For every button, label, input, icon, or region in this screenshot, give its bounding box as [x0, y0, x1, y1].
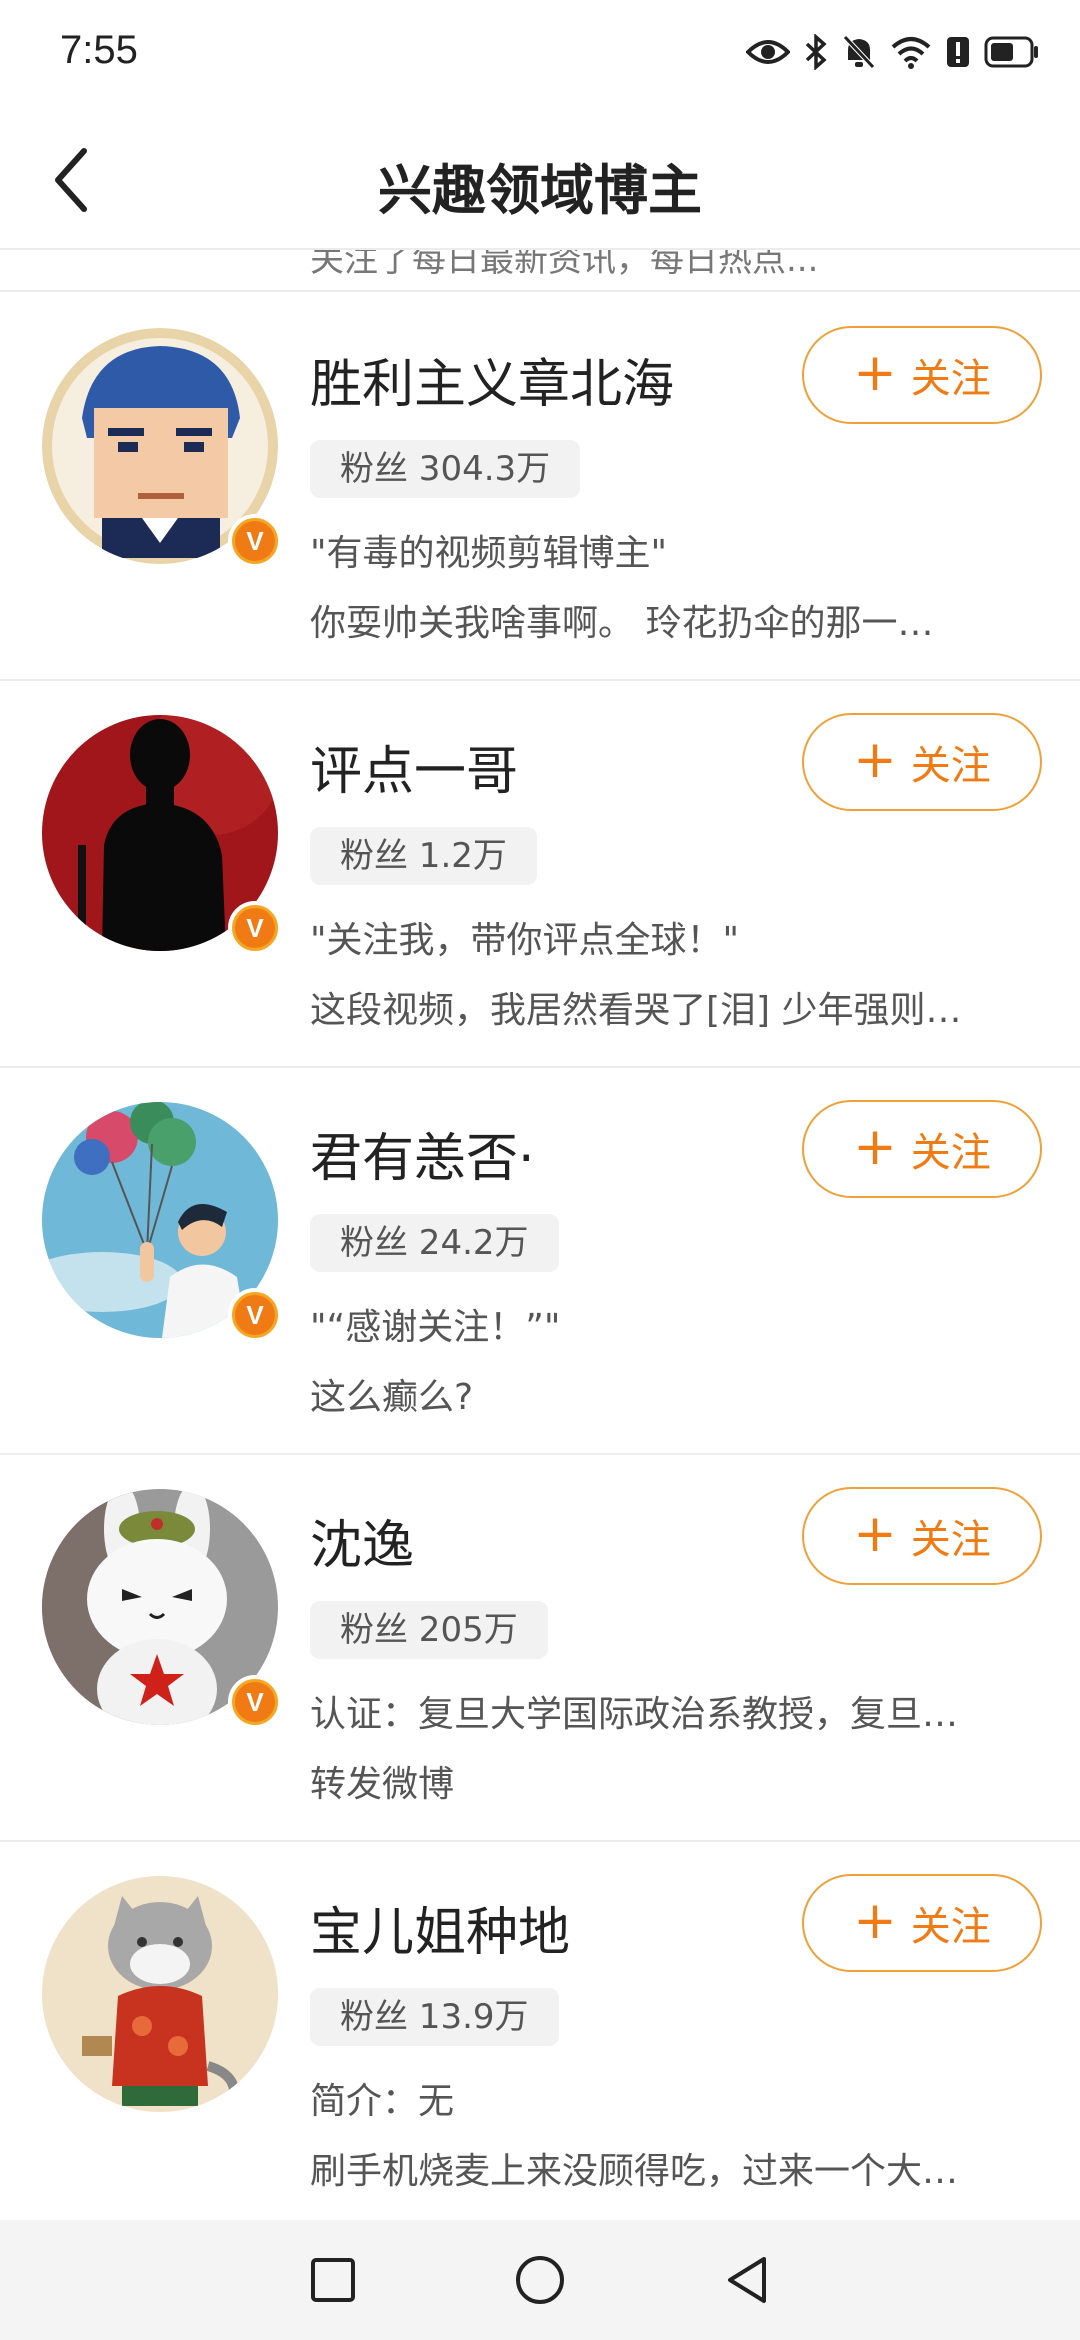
back-nav-button[interactable]	[707, 2240, 787, 2320]
follow-label: 关注	[910, 743, 991, 789]
status-time: 7:55	[60, 28, 138, 72]
partial-item-text: 关注了每日最新资讯，每日热点...	[310, 250, 819, 280]
home-icon	[515, 2256, 564, 2304]
blogger-name[interactable]: 君有恙否·	[310, 1116, 535, 1191]
blogger-description: "“感谢关注！”"	[310, 1307, 561, 1348]
list-item[interactable]: V 沈逸 粉丝 205万 认证：复旦大学国际政治系教授，复旦… 转发微博 + 关…	[0, 1455, 1080, 1842]
avatar[interactable]: V	[42, 715, 282, 955]
blogger-description: 简介：无	[310, 2081, 455, 2122]
avatar[interactable]: V	[42, 1489, 282, 1729]
home-button[interactable]	[500, 2240, 580, 2320]
status-icons	[746, 30, 1040, 74]
verified-icon: V	[228, 1288, 282, 1342]
fans-count: 粉丝 1.2万	[310, 827, 537, 885]
partial-list-item: 关注了每日最新资讯，每日热点...	[0, 250, 1080, 292]
plus-icon: +	[853, 730, 897, 790]
eye-icon	[746, 40, 790, 64]
alert-icon	[947, 37, 969, 67]
avatar[interactable]	[42, 1876, 278, 2112]
fans-count: 粉丝 205万	[310, 1601, 548, 1659]
blogger-name[interactable]: 沈逸	[310, 1503, 414, 1578]
bluetooth-icon	[805, 34, 827, 70]
list-item[interactable]: V 君有恙否· 粉丝 24.2万 "“感谢关注！”" 这么癫么? + 关注	[0, 1068, 1080, 1455]
list-item[interactable]: V 胜利主义章北海 粉丝 304.3万 "有毒的视频剪辑博主" 你耍帅关我啥事啊…	[0, 294, 1080, 681]
system-nav-bar	[0, 2220, 1080, 2340]
blogger-description: "有毒的视频剪辑博主"	[310, 533, 668, 574]
follow-button[interactable]: + 关注	[802, 1487, 1042, 1585]
follow-label: 关注	[910, 356, 991, 402]
verified-icon: V	[228, 514, 282, 568]
back-nav-icon	[727, 2257, 766, 2303]
battery-icon	[984, 36, 1038, 68]
fans-count: 粉丝 13.9万	[310, 1988, 559, 2046]
latest-post: 刷手机烧麦上来没顾得吃，过来一个大…	[310, 2151, 959, 2192]
blogger-description: 认证：复旦大学国际政治系教授，复旦…	[310, 1694, 959, 1735]
list-item[interactable]: V 评点一哥 粉丝 1.2万 "关注我，带你评点全球！" 这段视频，我居然看哭了…	[0, 681, 1080, 1068]
fans-count: 粉丝 304.3万	[310, 440, 581, 498]
latest-post: 这么癫么?	[310, 1377, 474, 1418]
blogger-list: V 胜利主义章北海 粉丝 304.3万 "有毒的视频剪辑博主" 你耍帅关我啥事啊…	[0, 294, 1080, 2229]
latest-post: 这段视频，我居然看哭了[泪] 少年强则…	[310, 990, 962, 1031]
verified-icon: V	[228, 1675, 282, 1729]
avatar[interactable]: V	[42, 1102, 282, 1342]
list-item[interactable]: 宝儿姐种地 粉丝 13.9万 简介：无 刷手机烧麦上来没顾得吃，过来一个大… +…	[0, 1842, 1080, 2229]
blogger-name[interactable]: 胜利主义章北海	[310, 342, 674, 417]
latest-post: 你耍帅关我啥事啊。 玲花扔伞的那一…	[310, 603, 934, 644]
plus-icon: +	[853, 1891, 897, 1951]
follow-label: 关注	[910, 1130, 991, 1176]
blogger-description: "关注我，带你评点全球！"	[310, 920, 740, 961]
follow-label: 关注	[910, 1904, 991, 1950]
fans-count: 粉丝 24.2万	[310, 1214, 559, 1272]
follow-label: 关注	[910, 1517, 991, 1563]
plus-icon: +	[853, 1504, 897, 1564]
mute-icon	[843, 35, 875, 69]
avatar-image	[42, 1876, 278, 2112]
recents-icon	[311, 2258, 356, 2302]
wifi-icon	[891, 37, 931, 69]
avatar[interactable]: V	[42, 328, 282, 568]
follow-button[interactable]: + 关注	[802, 326, 1042, 424]
plus-icon: +	[853, 343, 897, 403]
follow-button[interactable]: + 关注	[802, 713, 1042, 811]
latest-post: 转发微博	[310, 1764, 455, 1805]
page-title: 兴趣领域博主	[378, 159, 702, 222]
header: 兴趣领域博主	[0, 110, 1080, 250]
verified-icon: V	[228, 901, 282, 955]
recents-button[interactable]	[293, 2240, 373, 2320]
blogger-name[interactable]: 评点一哥	[310, 729, 518, 804]
follow-button[interactable]: + 关注	[802, 1100, 1042, 1198]
blogger-name[interactable]: 宝儿姐种地	[310, 1890, 570, 1965]
plus-icon: +	[853, 1117, 897, 1177]
follow-button[interactable]: + 关注	[802, 1874, 1042, 1972]
status-bar: 7:55	[0, 0, 1080, 110]
